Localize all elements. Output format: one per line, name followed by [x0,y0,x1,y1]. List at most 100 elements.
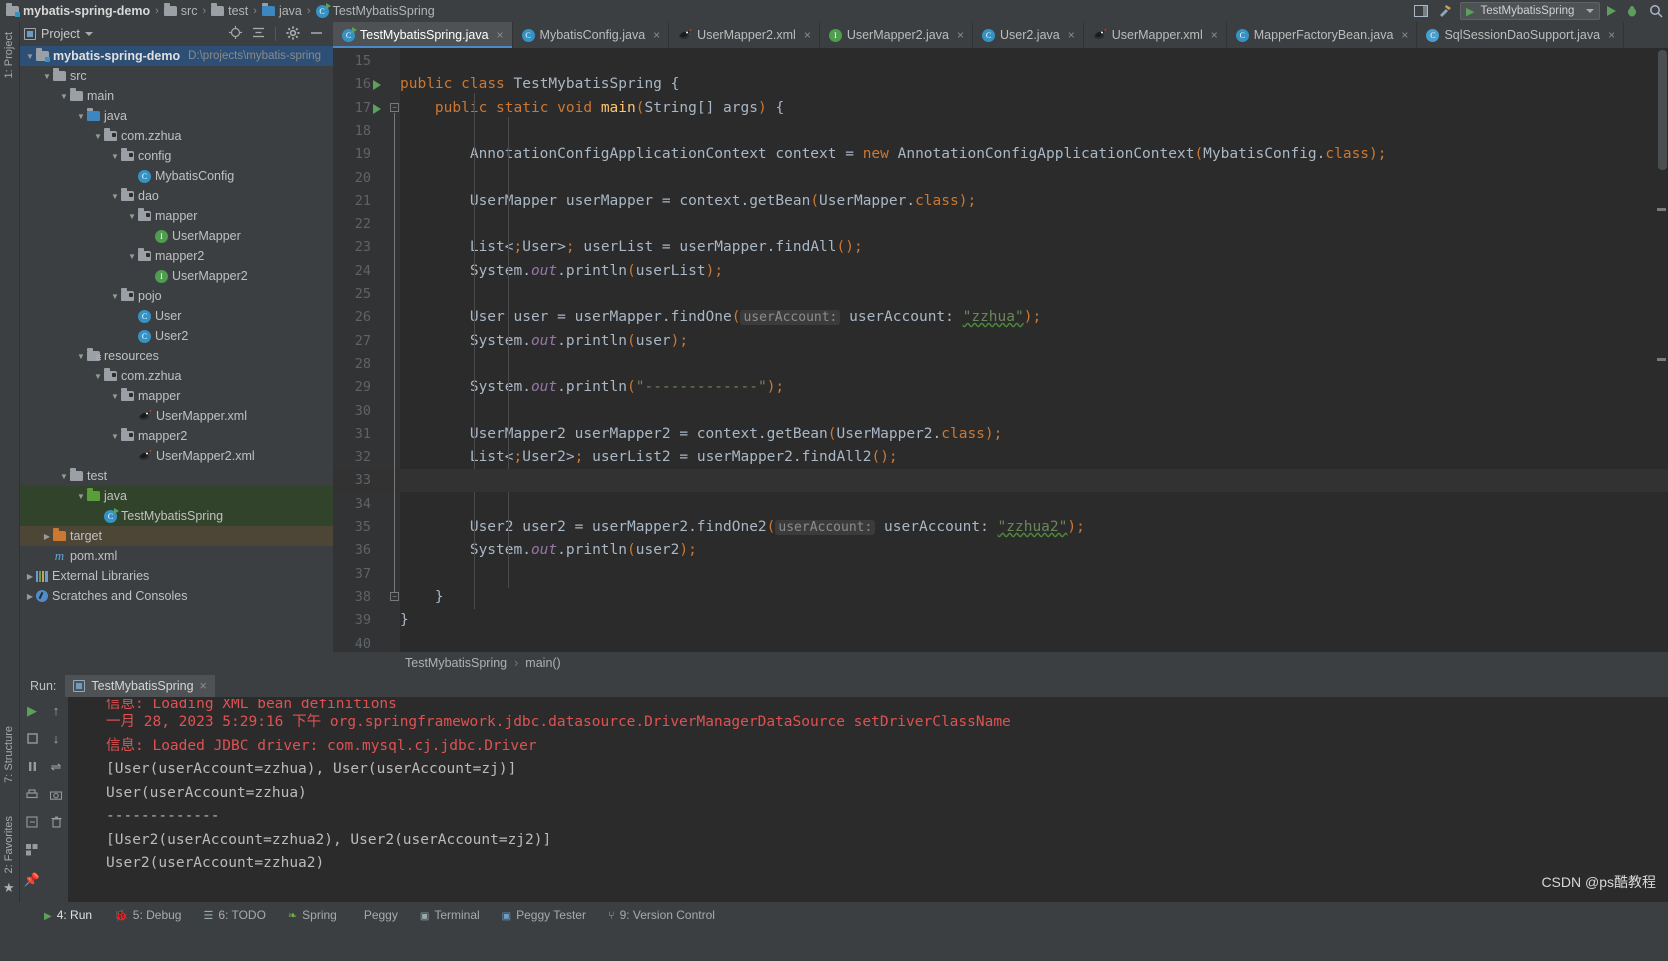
tree-expander-icon[interactable]: ▼ [109,192,121,201]
tree-node[interactable]: ▼ dao [20,186,333,206]
bottom-tab-6-todo[interactable]: ☰ 6: TODO [203,908,265,922]
breadcrumb-item[interactable]: java [261,3,302,18]
close-icon[interactable]: × [957,28,964,42]
project-tree[interactable]: ▼ mybatis-spring-demo D:\projects\mybatis-… [20,46,333,666]
editor-stripe-mark[interactable] [1657,208,1666,211]
run-tab-testmybatisspring[interactable]: TestMybatisSpring × [65,675,215,697]
tree-node[interactable]: ▼ mybatis-spring-demo D:\projects\mybatis-… [20,46,333,66]
tree-expander-icon[interactable]: ▶ [41,532,53,541]
fold-marker-icon[interactable]: − [390,591,399,601]
close-icon[interactable]: × [1608,28,1615,42]
tree-node[interactable]: ▶ target [20,526,333,546]
sidebar-tab-structure[interactable]: 7: Structure [3,722,15,787]
tree-node[interactable]: UserMapper2.xml [20,446,333,466]
tree-expander-icon[interactable]: ▼ [75,492,87,501]
close-icon[interactable]: × [653,28,660,42]
tree-node[interactable]: C TestMybatisSpring [20,506,333,526]
tree-node[interactable]: ▶ Scratches and Consoles [20,586,333,606]
tree-node[interactable]: ▼ java [20,106,333,126]
locate-target-icon[interactable] [229,26,242,42]
tree-expander-icon[interactable]: ▼ [41,72,53,81]
tree-node[interactable]: I UserMapper [20,226,333,246]
favorites-star-icon[interactable]: ★ [3,880,15,896]
tree-node[interactable]: ▼ pojo [20,286,333,306]
tree-expander-icon[interactable]: ▼ [92,372,104,381]
tree-expander-icon[interactable]: ▶ [24,592,36,601]
tree-expander-icon[interactable]: ▼ [75,352,87,361]
breadcrumb-item[interactable]: mybatis-spring-demo [6,3,150,18]
editor-tab-bar[interactable]: C TestMybatisSpring.java × C MybatisConfig.j… [333,22,1668,48]
tree-node[interactable]: ▼ src [20,66,333,86]
editor-tab[interactable]: C MapperFactoryBean.java × [1226,22,1418,48]
close-icon[interactable]: × [804,28,811,42]
tree-node[interactable]: C MybatisConfig [20,166,333,186]
collapse-all-icon[interactable] [252,26,265,42]
tree-node[interactable]: m pom.xml [20,546,333,566]
bottom-tab-peggy[interactable]: Peggy [359,908,398,922]
bottom-tab-4-run[interactable]: ▶ 4: Run [44,908,92,922]
run-gutter-icon[interactable] [373,103,381,114]
debug-button[interactable] [1623,3,1640,20]
tree-expander-icon[interactable]: ▼ [58,92,70,101]
editor-tab[interactable]: C User2.java × [972,22,1084,48]
rerun-icon[interactable]: ▶ [27,703,37,719]
tree-expander-icon[interactable]: ▶ [24,572,36,581]
fold-marker-icon[interactable]: − [390,102,399,112]
tree-expander-icon[interactable]: ▼ [126,252,138,261]
editor-breadcrumb[interactable]: TestMybatisSpring › main() [333,652,1668,674]
tree-node[interactable]: ▼ test [20,466,333,486]
editor-tab[interactable]: I UserMapper2.java × [819,22,973,48]
sidebar-tab-favorites[interactable]: 2: Favorites [3,812,15,877]
bottom-tab-terminal[interactable]: ▣ Terminal [420,908,480,922]
layout-settings-icon[interactable] [26,844,38,859]
breadcrumb-method[interactable]: main() [525,656,560,670]
bottom-toolwindow-bar[interactable]: ▶ 4: Run 🐞 5: Debug ☰ 6: TODO ❧ Spring Peggy ▣ Ter… [0,902,1668,927]
editor-code-area[interactable]: public class TestMybatisSpring { public … [400,48,1668,652]
camera-icon[interactable] [50,788,62,803]
tree-expander-icon[interactable]: ▼ [109,292,121,301]
bottom-tab-spring[interactable]: ❧ Spring [288,908,337,922]
tree-node[interactable]: ▼ com.zzhua [20,366,333,386]
tree-node[interactable]: ▼ mapper [20,386,333,406]
soft-wrap-icon[interactable]: ⇌ [51,759,62,775]
tree-expander-icon[interactable]: ▼ [109,432,121,441]
export-icon[interactable] [26,816,38,831]
run-configuration-selector[interactable]: ▶ TestMybatisSpring [1460,2,1600,20]
pause-icon[interactable] [27,760,38,775]
tree-node[interactable]: ▼ java [20,486,333,506]
tree-expander-icon[interactable]: ▼ [92,132,104,141]
layout-icon[interactable] [1412,3,1429,20]
console-output[interactable]: 信息: Loading XML bean definitions 一月 28, 2… [68,697,1668,902]
tree-node[interactable]: ▼ main [20,86,333,106]
tree-node[interactable]: ▼ mapper2 [20,426,333,446]
tree-node[interactable]: UserMapper.xml [20,406,333,426]
tree-node[interactable]: ▼ com.zzhua [20,126,333,146]
chevron-down-icon[interactable] [84,32,93,36]
tree-node[interactable]: ▼ resources [20,346,333,366]
run-button[interactable] [1607,6,1616,16]
pin-icon[interactable]: 📌 [24,872,40,888]
breadcrumb-item[interactable]: C TestMybatisSpring [315,2,435,18]
editor-vertical-scrollbar[interactable] [1655,48,1668,652]
bottom-tab-5-debug[interactable]: 🐞 5: Debug [114,908,181,922]
bottom-tab-peggy-tester[interactable]: ▣ Peggy Tester [502,908,586,922]
editor-tab[interactable]: UserMapper.xml × [1083,22,1227,48]
trash-icon[interactable] [51,816,62,831]
close-icon[interactable]: × [497,28,504,42]
tree-expander-icon[interactable]: ▼ [24,52,36,61]
tree-node[interactable]: ▶ External Libraries [20,566,333,586]
hide-panel-icon[interactable] [310,26,323,42]
close-icon[interactable]: × [1211,28,1218,42]
editor-stripe-mark[interactable] [1657,358,1666,361]
gear-icon[interactable] [286,26,300,43]
tree-node[interactable]: I UserMapper2 [20,266,333,286]
code-editor[interactable]: public class TestMybatisSpring { public … [333,48,1668,652]
tree-expander-icon[interactable]: ▼ [109,392,121,401]
bottom-tab-9-version-control[interactable]: ⑂ 9: Version Control [608,908,715,922]
down-arrow-icon[interactable]: ↓ [53,731,60,746]
breadcrumb-item[interactable]: src [163,3,197,18]
tree-expander-icon[interactable]: ▼ [126,212,138,221]
tree-expander-icon[interactable]: ▼ [58,472,70,481]
run-gutter-icon[interactable] [373,80,381,91]
search-everywhere-icon[interactable] [1647,3,1664,20]
